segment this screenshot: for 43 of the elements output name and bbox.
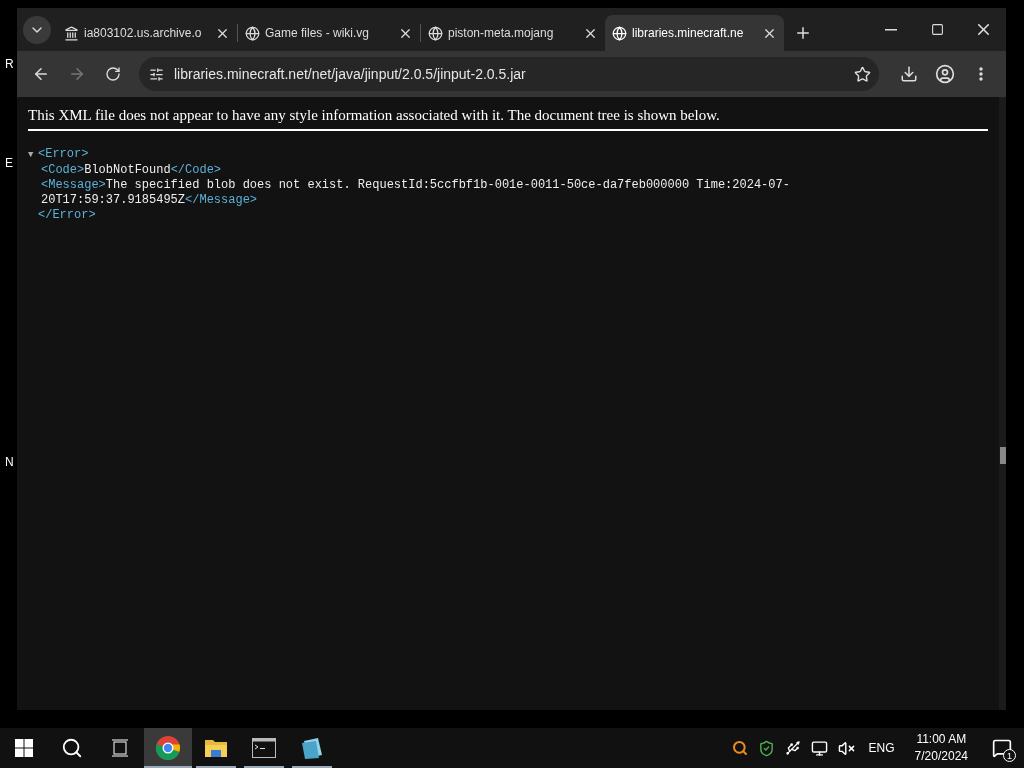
xml-tag: </Error> <box>38 208 96 222</box>
bookmark-star-icon[interactable] <box>854 65 871 83</box>
notepad-icon <box>300 737 324 759</box>
xml-notice: This XML file does not appear to have any style information associated with it. The document tree is shown below. <box>28 107 988 131</box>
plus-icon <box>794 24 812 42</box>
xml-element: <Code>BlobNotFound</Code> <box>41 163 222 177</box>
maximize-icon <box>930 23 944 36</box>
address-bar[interactable]: libraries.minecraft.net/net/java/jinput/2.0.5/jinput-2.0.5.jar <box>139 57 879 91</box>
minimize-icon <box>885 28 897 31</box>
profile-icon <box>935 64 955 84</box>
menu-icon <box>979 67 983 81</box>
globe-icon <box>245 25 260 41</box>
desktop-icon-label: R <box>5 57 14 71</box>
xml-tag: <Error> <box>38 147 89 161</box>
scrollbar-thumb[interactable] <box>1000 447 1006 464</box>
desktop-icon-label: E <box>5 156 13 170</box>
tab-search-button[interactable] <box>23 16 51 44</box>
reload-icon <box>105 66 121 82</box>
message-icon <box>992 738 1012 758</box>
download-icon <box>900 65 918 83</box>
language-indicator[interactable]: ENG <box>868 741 895 755</box>
notification-count: 1 <box>1003 749 1016 762</box>
terminal-icon <box>252 738 276 758</box>
browser-tab[interactable]: ia803102.us.archive.o <box>57 15 237 51</box>
browser-tab[interactable]: piston-meta.mojang <box>421 15 605 51</box>
desktop-icon-label: N <box>5 455 14 469</box>
xml-element: <Message>The specified blob does not exist. RequestId:5ccfbf1b-001e-0011-50ce-da7feb000000 Time:2024-07-20T17:59:37.9185495Z</Message> <box>41 178 790 207</box>
collapse-toggle[interactable]: ▼ <box>28 148 38 163</box>
folder-icon <box>204 738 228 758</box>
site-info-icon[interactable] <box>149 66 164 82</box>
browser-tab[interactable]: libraries.minecraft.ne <box>605 15 784 51</box>
clock[interactable]: 11:00 AM 7/20/2024 <box>914 731 968 765</box>
chrome-icon <box>155 735 181 761</box>
taskbar-app[interactable] <box>144 728 192 768</box>
globe-icon <box>428 25 443 41</box>
forward-arrow-icon <box>68 65 86 83</box>
museum-icon <box>64 25 79 41</box>
search-icon <box>61 737 83 759</box>
task-view-icon <box>111 739 129 757</box>
windows-logo-icon <box>15 739 33 757</box>
globe-icon <box>612 25 627 41</box>
browser-tab[interactable]: Game files - wiki.vg <box>238 15 420 51</box>
new-tab-button[interactable] <box>794 24 812 42</box>
